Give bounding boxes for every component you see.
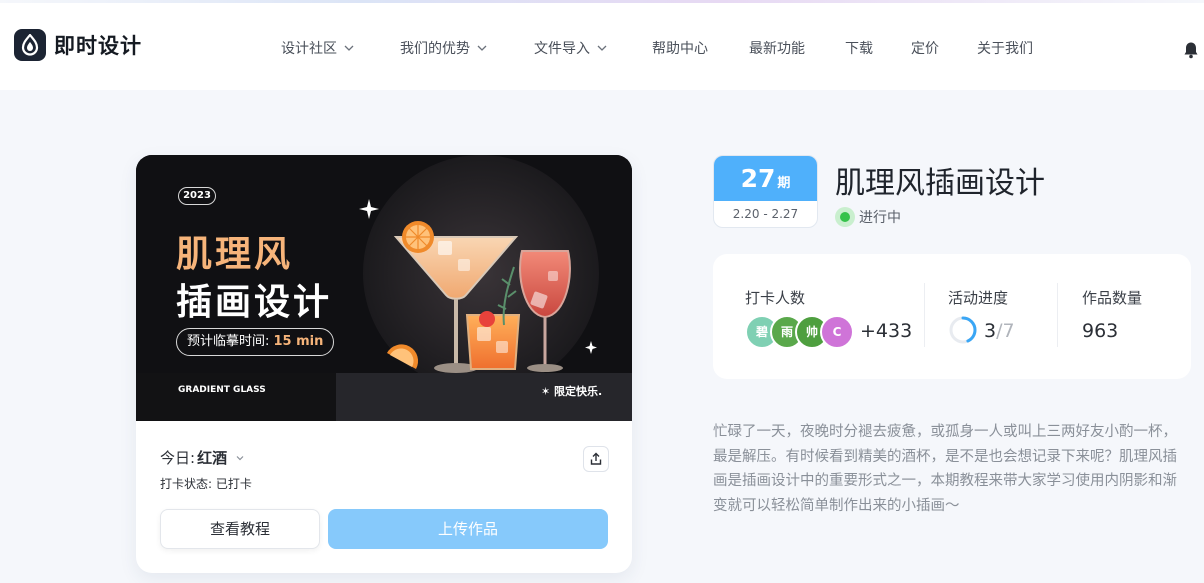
chevron-down-icon <box>477 45 487 51</box>
issue-date-range: 2.20 - 2.27 <box>732 207 799 221</box>
issue-badge: 27 期 2.20 - 2.27 <box>713 155 818 228</box>
nav-item-label: 帮助中心 <box>652 41 708 57</box>
issue-number-block: 27 期 <box>714 156 817 201</box>
checkin-extra-count: +433 <box>860 320 913 342</box>
today-drink-selector[interactable]: 今日: 红酒 <box>160 447 245 468</box>
upload-work-button[interactable]: 上传作品 <box>328 509 608 549</box>
nav-item-new-features[interactable]: 最新功能 <box>749 38 805 58</box>
nav-item-label: 设计社区 <box>281 41 337 57</box>
estimated-time-value: 15 min <box>273 334 324 349</box>
checkin-status: 打卡状态: 已打卡 <box>160 477 252 491</box>
divider <box>924 283 925 347</box>
nav-item-pricing[interactable]: 定价 <box>911 38 939 58</box>
estimated-time-label: 预计临摹时间: <box>187 334 274 349</box>
chevron-down-icon <box>344 45 354 51</box>
works-count-value: 963 <box>1082 320 1119 342</box>
nav-item-download[interactable]: 下载 <box>845 38 873 58</box>
nav-item-import[interactable]: 文件导入 <box>534 38 608 58</box>
nav-item-advantages[interactable]: 我们的优势 <box>400 38 488 58</box>
divider <box>1057 283 1058 347</box>
estimated-time-pill: 预计临摹时间: 15 min <box>176 328 335 356</box>
progress-current: 3 <box>984 320 997 342</box>
chevron-down-icon <box>597 45 607 51</box>
nav-item-label: 最新功能 <box>749 41 805 57</box>
nav-item-help[interactable]: 帮助中心 <box>652 38 708 58</box>
works-count-label: 作品数量 <box>1082 289 1143 307</box>
stats-panel: 打卡人数 碧 雨 帅 C +433 活动进度 3/7 作品数量 963 <box>713 254 1191 379</box>
status-text: 进行中 <box>859 210 901 226</box>
nav-item-label: 下载 <box>845 41 873 57</box>
avatar: C <box>820 315 854 349</box>
status-badge: 进行中 <box>835 207 901 227</box>
share-button[interactable] <box>583 446 609 472</box>
issue-number: 27 <box>740 164 776 193</box>
banner-footer-right: ✶ 限定快乐. <box>541 385 603 398</box>
nav-item-label: 定价 <box>911 41 939 57</box>
site-header: 即时设计 设计社区 我们的优势 文件导入 帮助中心 最新功能 下载 定价 关于我… <box>0 3 1204 90</box>
activity-description: 忙碌了一天，夜晚时分褪去疲惫，或孤身一人或叫上三两好友小酌一杯，最是解压。有时候… <box>713 424 1177 514</box>
logo-text: 即时设计 <box>54 34 142 58</box>
issue-unit: 期 <box>777 176 791 191</box>
nav-item-label: 文件导入 <box>534 41 590 57</box>
nav-item-label: 关于我们 <box>977 41 1033 57</box>
nav-item-label: 我们的优势 <box>400 41 470 57</box>
logo-icon <box>14 29 46 61</box>
progress-ring-icon <box>949 316 977 344</box>
today-value: 红酒 <box>197 449 228 467</box>
progress-total: /7 <box>996 320 1015 342</box>
progress-label: 活动进度 <box>948 289 1009 307</box>
year-badge: 2023 <box>178 187 216 205</box>
logo[interactable]: 即时设计 <box>14 29 142 61</box>
status-dot-icon <box>835 207 855 227</box>
banner-footer-left: GRADIENT GLASS <box>178 385 266 395</box>
activity-banner: 2023 肌理风 插画设计 预计临摹时间: 15 min GRADIENT GL… <box>136 155 632 421</box>
view-tutorial-button[interactable]: 查看教程 <box>160 509 320 549</box>
share-icon <box>590 452 602 465</box>
checkin-count-label: 打卡人数 <box>745 289 806 307</box>
chevron-down-icon <box>236 455 244 460</box>
banner-title-line1: 肌理风 <box>176 234 294 275</box>
banner-title-line2: 插画设计 <box>176 282 333 323</box>
bell-icon[interactable] <box>1183 41 1199 59</box>
nav-item-about[interactable]: 关于我们 <box>977 38 1033 58</box>
page-title: 肌理风插画设计 <box>835 166 1045 201</box>
nav-item-community[interactable]: 设计社区 <box>281 38 355 58</box>
activity-card: 2023 肌理风 插画设计 预计临摹时间: 15 min GRADIENT GL… <box>136 155 632 573</box>
progress-value: 3/7 <box>984 320 1015 342</box>
today-label: 今日: <box>160 449 196 467</box>
